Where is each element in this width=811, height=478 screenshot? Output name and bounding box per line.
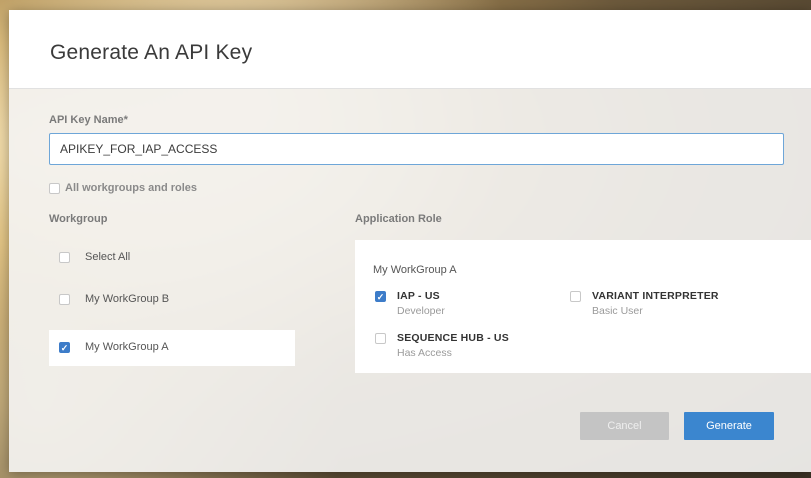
generate-api-key-dialog: Generate An API Key API Key Name* All wo… [9, 10, 811, 472]
role-level: Has Access [397, 347, 452, 359]
role-level: Developer [397, 305, 445, 317]
all-workgroups-checkbox[interactable] [49, 183, 60, 194]
workgroup-b-checkbox[interactable] [59, 294, 70, 305]
iap-us-checkbox[interactable]: ✓ [375, 291, 386, 302]
role-name: IAP - US [397, 290, 440, 302]
cancel-button[interactable]: Cancel [580, 412, 669, 440]
workgroup-section-label: Workgroup [49, 213, 108, 225]
generate-button[interactable]: Generate [684, 412, 774, 440]
role-group-title: My WorkGroup A [373, 264, 457, 276]
workgroup-item-b[interactable]: My WorkGroup B [49, 282, 295, 318]
workgroup-label: Select All [85, 251, 131, 263]
workgroup-a-checkbox[interactable]: ✓ [59, 342, 70, 353]
role-level: Basic User [592, 305, 643, 317]
application-role-panel: My WorkGroup A ✓ IAP - US Developer VARI… [355, 240, 811, 373]
role-name: VARIANT INTERPRETER [592, 290, 719, 302]
api-key-name-input[interactable] [49, 133, 784, 165]
dialog-header: Generate An API Key [9, 10, 811, 89]
workgroup-label: My WorkGroup A [85, 341, 169, 353]
role-name: SEQUENCE HUB - US [397, 332, 509, 344]
sequence-hub-us-checkbox[interactable] [375, 333, 386, 344]
workgroup-select-all-row[interactable]: Select All [49, 240, 295, 276]
dialog-title: Generate An API Key [50, 41, 253, 64]
application-role-section-label: Application Role [355, 213, 442, 225]
workgroup-item-a[interactable]: ✓ My WorkGroup A [49, 330, 295, 366]
select-all-checkbox[interactable] [59, 252, 70, 263]
workgroup-label: My WorkGroup B [85, 293, 170, 305]
api-key-name-label: API Key Name* [49, 114, 128, 126]
variant-interpreter-checkbox[interactable] [570, 291, 581, 302]
all-workgroups-label: All workgroups and roles [65, 182, 198, 194]
